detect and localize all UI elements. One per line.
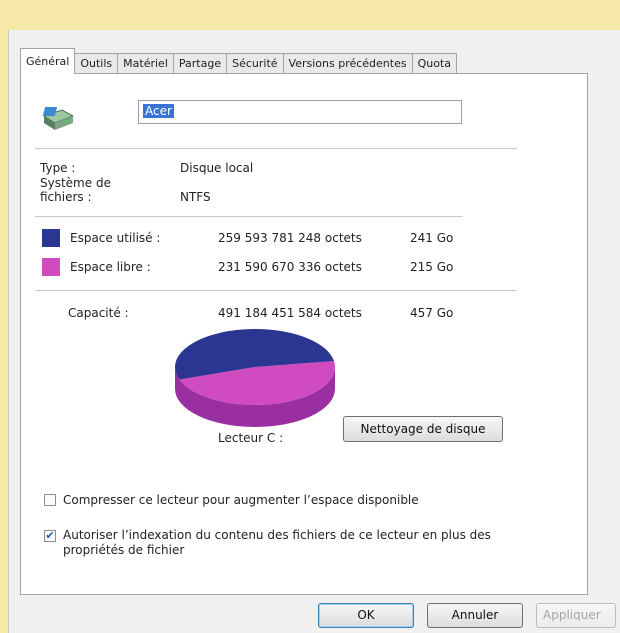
- drive-letter-label: Lecteur C :: [218, 431, 284, 445]
- drive-name-value: Acer: [143, 104, 174, 118]
- capacity-label: Capacité :: [68, 306, 129, 320]
- compress-checkbox[interactable]: [44, 494, 56, 506]
- ok-button[interactable]: OK: [318, 603, 414, 628]
- disk-cleanup-button[interactable]: Nettoyage de disque: [343, 416, 503, 442]
- tab-sharing[interactable]: Partage: [172, 53, 228, 74]
- used-space-size: 241 Go: [410, 231, 454, 245]
- free-space-swatch: [42, 258, 60, 276]
- separator: [35, 148, 517, 149]
- filesystem-value: NTFS: [180, 190, 211, 204]
- free-space-bytes: 231 590 670 336 octets: [218, 260, 362, 274]
- tab-hardware[interactable]: Matériel: [117, 53, 174, 74]
- capacity-size: 457 Go: [410, 306, 454, 320]
- used-space-label: Espace utilisé :: [70, 231, 161, 245]
- filesystem-label-line2: fichiers :: [40, 190, 92, 204]
- capacity-bytes: 491 184 451 584 octets: [218, 306, 362, 320]
- indexing-label-line1: Autoriser l’indexation du contenu des fi…: [63, 528, 491, 542]
- compress-label: Compresser ce lecteur pour augmenter l’e…: [63, 493, 419, 507]
- disk-usage-pie-chart: [174, 329, 335, 427]
- free-space-label: Espace libre :: [70, 260, 151, 274]
- indexing-checkbox[interactable]: ✔: [44, 530, 56, 542]
- tab-bar: Général Outils Matériel Partage Sécurité…: [20, 48, 458, 74]
- tab-tools[interactable]: Outils: [74, 53, 119, 74]
- drive-icon: [40, 104, 76, 134]
- cancel-button[interactable]: Annuler: [427, 603, 523, 628]
- indexing-label-line2: propriétés de fichier: [63, 543, 185, 557]
- used-space-swatch: [42, 229, 60, 247]
- tab-quota[interactable]: Quota: [411, 53, 458, 74]
- apply-button[interactable]: Appliquer: [536, 603, 616, 628]
- separator: [35, 290, 517, 291]
- tab-previous-versions[interactable]: Versions précédentes: [282, 53, 413, 74]
- tab-general[interactable]: Général: [20, 48, 76, 74]
- type-value: Disque local: [180, 161, 254, 175]
- separator: [35, 216, 463, 217]
- filesystem-label-line1: Système de: [40, 176, 111, 190]
- free-space-size: 215 Go: [410, 260, 454, 274]
- type-label: Type :: [40, 161, 76, 175]
- used-space-bytes: 259 593 781 248 octets: [218, 231, 362, 245]
- tab-security[interactable]: Sécurité: [226, 53, 284, 74]
- drive-name-input[interactable]: Acer: [138, 100, 462, 124]
